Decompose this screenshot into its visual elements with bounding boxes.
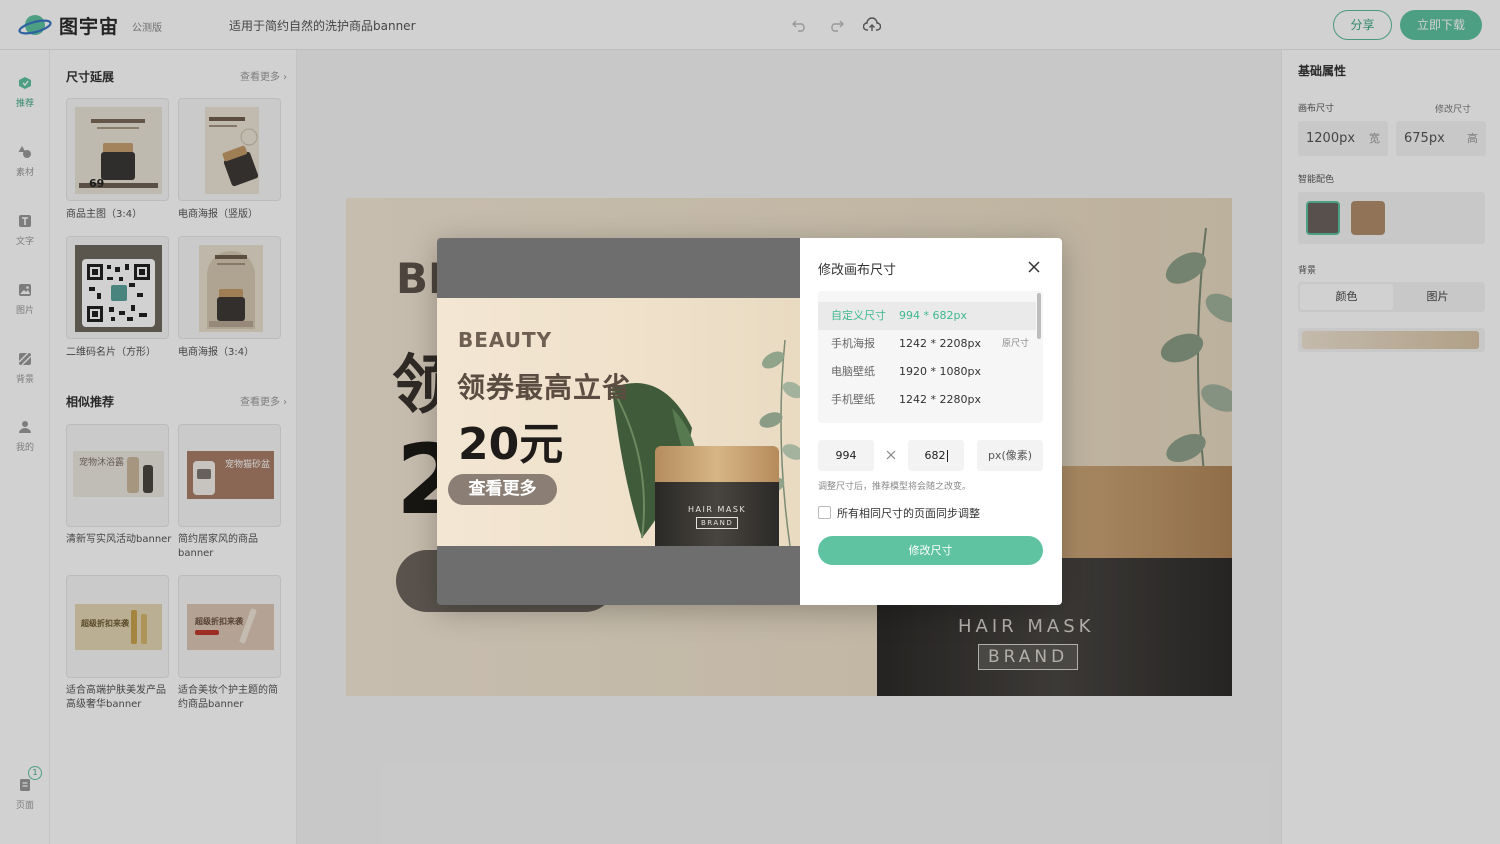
unit-select[interactable]: px(像素)	[977, 440, 1043, 471]
resize-preview-image: HAIR MASK BRAND BEAUTY 领券最高立省 20元 查看更多	[437, 298, 800, 546]
resize-hint-text: 调整尺寸后，推荐模型将会随之改变。	[818, 482, 972, 492]
confirm-resize-button[interactable]: 修改尺寸	[818, 536, 1043, 565]
size-option-phone-poster[interactable]: 手机海报 1242 * 2208px 原尺寸	[818, 330, 1036, 358]
multiply-icon	[886, 450, 896, 460]
preview-headline: 领券最高立省	[457, 371, 632, 404]
preview-product-line1: HAIR MASK	[688, 505, 747, 514]
preview-beauty-text: BEAUTY	[458, 328, 553, 352]
original-size-tag: 原尺寸	[1002, 339, 1030, 349]
size-option-phone-wallpaper[interactable]: 手机壁纸 1242 * 2280px	[818, 386, 1036, 414]
preview-jar-body	[655, 482, 779, 546]
sync-pages-checkbox[interactable]	[818, 506, 831, 519]
resize-form-panel: 修改画布尺寸 自定义尺寸 994 * 682px 手机海报 1242 * 2208p…	[800, 238, 1062, 605]
preset-size-list[interactable]: 自定义尺寸 994 * 682px 手机海报 1242 * 2208px 原尺寸 电脑…	[818, 291, 1043, 423]
preview-price: 20元	[458, 419, 564, 470]
modal-title: 修改画布尺寸	[818, 263, 897, 278]
width-input[interactable]: 994	[818, 440, 874, 471]
sync-pages-label[interactable]: 所有相同尺寸的页面同步调整	[837, 505, 980, 521]
preview-product-line2: BRAND	[696, 517, 739, 529]
resize-canvas-modal: HAIR MASK BRAND BEAUTY 领券最高立省 20元 查看更多 修…	[437, 238, 1062, 605]
height-input[interactable]: 682	[908, 440, 964, 471]
size-option-custom[interactable]: 自定义尺寸 994 * 682px	[818, 302, 1036, 330]
text-cursor	[946, 450, 948, 462]
preview-cta-button: 查看更多	[448, 474, 557, 505]
preview-jar-lid	[655, 446, 779, 483]
size-list-scrollbar[interactable]	[1037, 293, 1041, 339]
size-option-desktop-wallpaper[interactable]: 电脑壁纸 1920 * 1080px	[818, 358, 1036, 386]
close-icon[interactable]	[1026, 259, 1042, 275]
resize-preview-area: HAIR MASK BRAND BEAUTY 领券最高立省 20元 查看更多	[437, 238, 800, 605]
